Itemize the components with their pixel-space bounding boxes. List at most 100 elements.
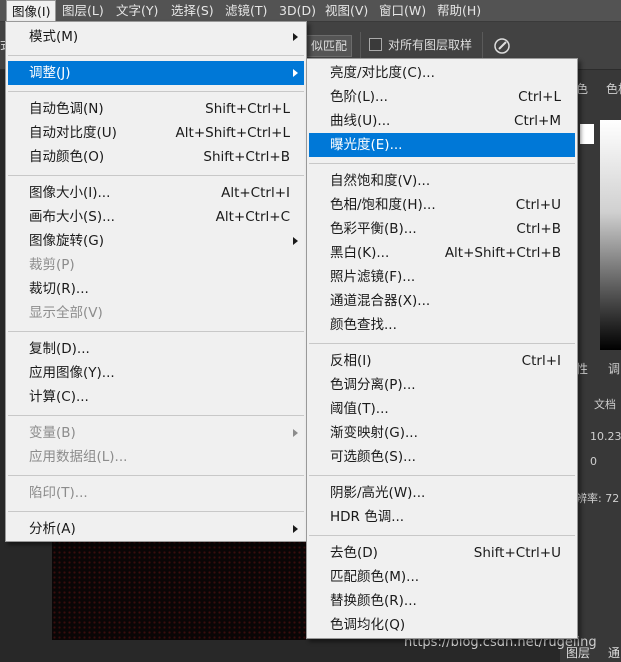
image-menu: 模式(M) 调整(J) 自动色调(N) Shift+Ctrl+L 自动对比度(U) Alt…	[5, 21, 307, 542]
menu-window[interactable]: 窗口(W)	[374, 0, 431, 22]
menu-separator	[8, 175, 304, 176]
menu-item-色彩平衡[interactable]: 色彩平衡(B)... Ctrl+B	[309, 217, 575, 241]
menu-item-自动对比度[interactable]: 自动对比度(U) Alt+Shift+Ctrl+L	[8, 121, 304, 145]
menu-item-shortcut: Alt+Ctrl+I	[221, 185, 290, 201]
menu-item-色调分离[interactable]: 色调分离(P)...	[309, 373, 575, 397]
menu-item-label: 自动颜色(O)	[29, 149, 105, 165]
menu-item-label: 阈值(T)...	[330, 401, 389, 417]
menu-3d[interactable]: 3D(D)	[274, 0, 321, 22]
menu-item-shortcut: Shift+Ctrl+L	[205, 101, 290, 117]
doc-label: 文档	[594, 398, 616, 411]
sample-all-layers-label: 对所有图层取样	[388, 38, 473, 52]
menu-item-label: 陷印(T)...	[29, 485, 88, 501]
menu-item-可选颜色[interactable]: 可选颜色(S)...	[309, 445, 575, 469]
brush-settings-icon[interactable]	[492, 36, 512, 56]
menu-item-label: 应用图像(Y)...	[29, 365, 115, 381]
menu-item-复制[interactable]: 复制(D)...	[8, 337, 304, 361]
menu-item-shortcut: Alt+Shift+Ctrl+B	[444, 245, 561, 261]
menu-item-色阶[interactable]: 色阶(L)... Ctrl+L	[309, 85, 575, 109]
menu-help[interactable]: 帮助(H)	[432, 0, 486, 22]
menu-item-label: 复制(D)...	[29, 341, 90, 357]
menu-item-分析[interactable]: 分析(A)	[8, 517, 304, 541]
menu-item-label: 渐变映射(G)...	[330, 425, 418, 441]
menu-item-label: 裁切(R)...	[29, 281, 89, 297]
menu-item-模式[interactable]: 模式(M)	[8, 25, 304, 49]
menu-item-陷印: 陷印(T)...	[8, 481, 304, 505]
menu-item-label: 图像旋转(G)	[29, 233, 104, 249]
menu-item-匹配颜色[interactable]: 匹配颜色(M)...	[309, 565, 575, 589]
menu-item-自动色调[interactable]: 自动色调(N) Shift+Ctrl+L	[8, 97, 304, 121]
menu-item-label: 分析(A)	[29, 521, 76, 537]
menu-item-亮度-对比度[interactable]: 亮度/对比度(C)...	[309, 61, 575, 85]
menu-item-label: 阴影/高光(W)...	[330, 485, 426, 501]
menu-item-色相-饱和度[interactable]: 色相/饱和度(H)... Ctrl+U	[309, 193, 575, 217]
menu-image[interactable]: 图像(I)	[6, 0, 57, 22]
menu-item-画布大小[interactable]: 画布大小(S)... Alt+Ctrl+C	[8, 205, 304, 229]
sample-all-layers-checkbox[interactable]	[369, 38, 382, 51]
menu-item-照片滤镜[interactable]: 照片滤镜(F)...	[309, 265, 575, 289]
resolution-label: 辨率: 72	[576, 492, 620, 505]
menu-item-应用数据组: 应用数据组(L)...	[8, 445, 304, 469]
tab-channels[interactable]: 通	[608, 644, 620, 662]
menu-item-label: 色调均化(Q)	[330, 617, 406, 633]
menu-item-黑白[interactable]: 黑白(K)... Alt+Shift+Ctrl+B	[309, 241, 575, 265]
tab-layers[interactable]: 图层	[566, 644, 590, 662]
foreground-swatch[interactable]	[580, 124, 594, 144]
menu-item-HDR-色调[interactable]: HDR 色调...	[309, 505, 575, 529]
menu-item-label: 色彩平衡(B)...	[330, 221, 417, 237]
menu-item-反相[interactable]: 反相(I) Ctrl+I	[309, 349, 575, 373]
menu-separator	[8, 55, 304, 56]
menu-item-阴影-高光[interactable]: 阴影/高光(W)...	[309, 481, 575, 505]
match-button[interactable]: 似匹配	[306, 35, 353, 57]
submenu-arrow-icon	[293, 525, 298, 533]
menu-item-label: 自动色调(N)	[29, 101, 104, 117]
menu-item-shortcut: Shift+Ctrl+B	[203, 149, 290, 165]
menu-item-曲线[interactable]: 曲线(U)... Ctrl+M	[309, 109, 575, 133]
color-picker-field[interactable]	[600, 120, 621, 350]
menu-item-图像旋转[interactable]: 图像旋转(G)	[8, 229, 304, 253]
menu-item-shortcut: Alt+Ctrl+C	[215, 209, 290, 225]
tab-swatches[interactable]: 色板	[606, 74, 621, 104]
menu-item-label: HDR 色调...	[330, 509, 405, 525]
menu-item-shortcut: Ctrl+I	[521, 353, 561, 369]
menu-item-shortcut: Ctrl+M	[514, 113, 561, 129]
submenu-arrow-icon	[293, 33, 298, 41]
menu-item-裁切[interactable]: 裁切(R)...	[8, 277, 304, 301]
menu-item-通道混合器[interactable]: 通道混合器(X)...	[309, 289, 575, 313]
menu-item-label: 调整(J)	[29, 65, 71, 81]
menu-item-label: 黑白(K)...	[330, 245, 390, 261]
menu-item-替换颜色[interactable]: 替换颜色(R)...	[309, 589, 575, 613]
menu-item-自然饱和度[interactable]: 自然饱和度(V)...	[309, 169, 575, 193]
submenu-arrow-icon	[293, 237, 298, 245]
menu-item-label: 模式(M)	[29, 29, 79, 45]
menu-item-调整[interactable]: 调整(J)	[8, 61, 304, 85]
menu-item-计算[interactable]: 计算(C)...	[8, 385, 304, 409]
menu-item-应用图像[interactable]: 应用图像(Y)...	[8, 361, 304, 385]
menu-item-曝光度[interactable]: 曝光度(E)...	[309, 133, 575, 157]
menu-select[interactable]: 选择(S)	[166, 0, 219, 22]
menu-item-显示全部: 显示全部(V)	[8, 301, 304, 325]
value-1: 10.23	[590, 430, 621, 443]
menu-item-渐变映射[interactable]: 渐变映射(G)...	[309, 421, 575, 445]
menu-type[interactable]: 文字(Y)	[111, 0, 163, 22]
menu-item-label: 曲线(U)...	[330, 113, 391, 129]
options-divider	[360, 32, 361, 60]
menu-item-label: 可选颜色(S)...	[330, 449, 416, 465]
menu-view[interactable]: 视图(V)	[320, 0, 373, 22]
menu-item-去色[interactable]: 去色(D) Shift+Ctrl+U	[309, 541, 575, 565]
menu-item-label: 裁剪(P)	[29, 257, 75, 273]
menu-item-色调均化[interactable]: 色调均化(Q)	[309, 613, 575, 637]
menu-item-shortcut: Alt+Shift+Ctrl+L	[175, 125, 290, 141]
menu-item-阈值[interactable]: 阈值(T)...	[309, 397, 575, 421]
menu-layer[interactable]: 图层(L)	[57, 0, 109, 22]
menu-item-图像大小[interactable]: 图像大小(I)... Alt+Ctrl+I	[8, 181, 304, 205]
menubar: 图像(I) 图层(L) 文字(Y) 选择(S) 滤镜(T) 3D(D) 视图(V…	[0, 0, 621, 22]
menu-item-label: 变量(B)	[29, 425, 76, 441]
menu-separator	[309, 535, 575, 536]
menu-filter[interactable]: 滤镜(T)	[220, 0, 272, 22]
menu-item-自动颜色[interactable]: 自动颜色(O) Shift+Ctrl+B	[8, 145, 304, 169]
tab-adjustments[interactable]: 调	[608, 354, 620, 384]
menu-separator	[309, 163, 575, 164]
menu-item-颜色查找[interactable]: 颜色查找...	[309, 313, 575, 337]
menu-item-label: 亮度/对比度(C)...	[330, 65, 435, 81]
